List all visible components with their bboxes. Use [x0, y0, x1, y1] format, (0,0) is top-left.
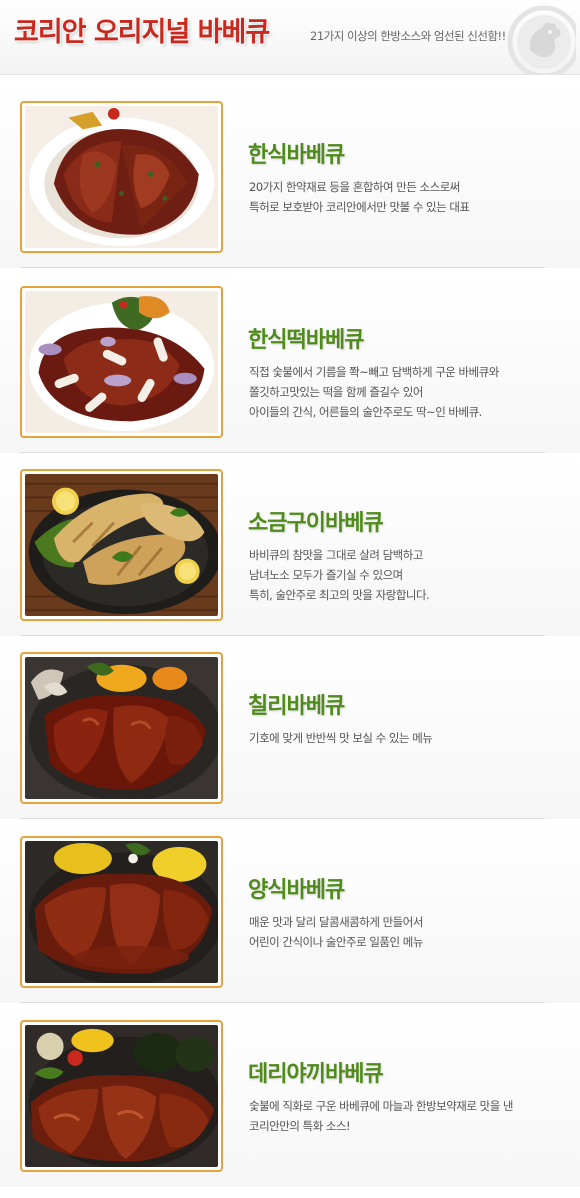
divider — [20, 267, 545, 268]
description-line: 숯불에 직화로 구운 바베큐에 마늘과 한방보약재로 맛을 낸 — [249, 1099, 514, 1113]
menu-photo — [20, 286, 223, 438]
description-line: 어린이 간식이나 술안주로 일품인 메뉴 — [249, 935, 423, 949]
menu-item-name: 한식바베큐 — [248, 143, 345, 168]
description-line: 바비큐의 참맛을 그대로 살려 담백하고 — [249, 548, 423, 562]
menu-item-description: 20가지 한약재료 등을 혼합하여 만든 소스로써 특허로 보호받아 코리안에서… — [249, 177, 569, 217]
menu-item-name: 한식떡바베큐 — [248, 328, 364, 353]
menu-item-salt-grilled-bbq: 소금구이바베큐 바비큐의 참맛을 그대로 살려 담백하고 남녀노소 모두가 즐기… — [0, 453, 580, 636]
page-header: 코리안 오리지널 바베큐 21가지 이상의 한방소스와 엄선된 신선함!! — [0, 0, 580, 75]
divider — [20, 818, 545, 819]
menu-item-description: 직접 숯불에서 기름을 쫙~빼고 담백하게 구운 바베큐와 쫄깃하고맛있는 떡을… — [249, 362, 569, 422]
menu-photo — [20, 101, 223, 253]
description-line: 특히, 술안주로 최고의 맛을 자랑합니다. — [249, 588, 430, 602]
menu-item-name: 소금구이바베큐 — [248, 511, 384, 536]
page-title: 코리안 오리지널 바베큐 — [14, 17, 270, 48]
menu-item-korean-tteok-bbq: 한식떡바베큐 직접 숯불에서 기름을 쫙~빼고 담백하게 구운 바베큐와 쫄깃하… — [0, 270, 580, 453]
menu-item-description: 기호에 맞게 반반씩 맛 보실 수 있는 메뉴 — [249, 728, 569, 748]
teriyaki-bbq-photo — [25, 1025, 218, 1167]
divider — [20, 1002, 545, 1003]
menu-photo — [20, 652, 223, 804]
description-line: 특허로 보호받아 코리안에서만 맛볼 수 있는 대표 — [249, 200, 470, 214]
menu-photo — [20, 1020, 223, 1172]
menu-item-description: 바비큐의 참맛을 그대로 살려 담백하고 남녀노소 모두가 즐기실 수 있으며 … — [249, 545, 569, 605]
description-line: 직접 숯불에서 기름을 쫙~빼고 담백하게 구운 바베큐와 — [249, 365, 499, 379]
menu-item-western-bbq: 양식바베큐 매운 맛과 달리 달콤새콤하게 만들어서 어린이 간식이나 술안주로… — [0, 820, 580, 1003]
western-bbq-photo — [25, 841, 218, 983]
description-line: 쫄깃하고맛있는 떡을 함께 즐길수 있어 — [249, 385, 423, 399]
page-tagline: 21가지 이상의 한방소스와 엄선된 신선함!! — [310, 29, 506, 43]
korean-tteok-bbq-photo — [25, 291, 218, 433]
description-line: 남녀노소 모두가 즐기실 수 있으며 — [249, 568, 403, 582]
korean-bbq-photo — [25, 106, 218, 248]
salt-grilled-bbq-photo — [25, 474, 218, 616]
menu-item-name: 데리야끼바베큐 — [248, 1062, 384, 1087]
chili-bbq-photo — [25, 657, 218, 799]
menu-item-name: 칠리바베큐 — [248, 694, 345, 719]
menu-item-description: 숯불에 직화로 구운 바베큐에 마늘과 한방보약재로 맛을 낸 코리안만의 특화… — [249, 1096, 569, 1136]
menu-item-korean-bbq: 한식바베큐 20가지 한약재료 등을 혼합하여 만든 소스로써 특허로 보호받아… — [0, 85, 580, 268]
menu-item-chili-bbq: 칠리바베큐 기호에 맞게 반반씩 맛 보실 수 있는 메뉴 — [0, 636, 580, 819]
menu-item-description: 매운 맛과 달리 달콤새콤하게 만들어서 어린이 간식이나 술안주로 일품인 메… — [249, 912, 569, 952]
menu-item-teriyaki-bbq: 데리야끼바베큐 숯불에 직화로 구운 바베큐에 마늘과 한방보약재로 맛을 낸 … — [0, 1004, 580, 1187]
description-line: 아이들의 간식, 어른들의 술안주로도 딱~인 바베큐. — [249, 405, 482, 419]
menu-photo — [20, 469, 223, 621]
menu-item-name: 양식바베큐 — [248, 878, 345, 903]
description-line: 기호에 맞게 반반씩 맛 보실 수 있는 메뉴 — [249, 731, 433, 745]
description-line: 20가지 한약재료 등을 혼합하여 만든 소스로써 — [249, 180, 460, 194]
rooster-icon — [507, 5, 576, 74]
description-line: 매운 맛과 달리 달콤새콤하게 만들어서 — [249, 915, 423, 929]
menu-photo — [20, 836, 223, 988]
description-line: 코리안만의 특화 소스! — [249, 1119, 351, 1133]
